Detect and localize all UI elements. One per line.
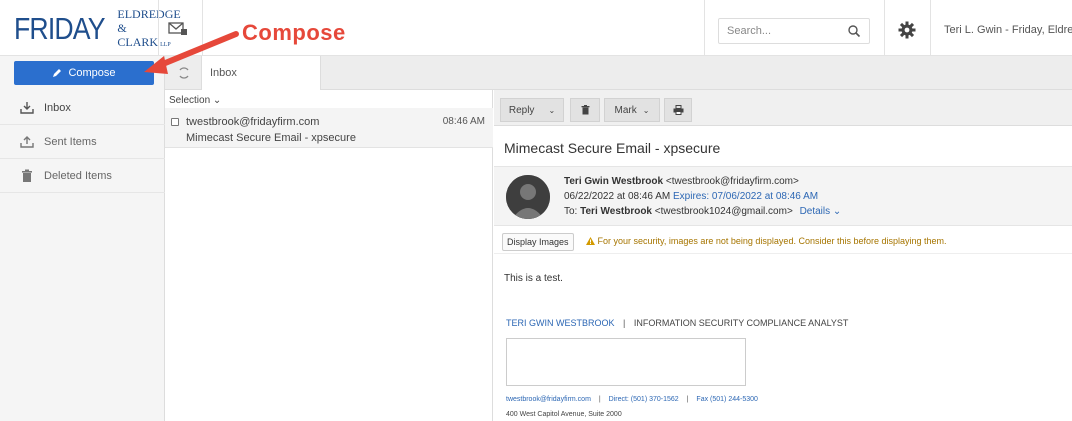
pencil-icon bbox=[53, 69, 62, 77]
signature-image-placeholder bbox=[506, 338, 746, 386]
gear-icon[interactable] bbox=[898, 21, 916, 39]
expires-date: Expires: 07/06/2022 at 08:46 AM bbox=[672, 191, 819, 202]
signature-separator: | bbox=[598, 396, 601, 403]
security-warning-text: For your security, images are not being … bbox=[597, 236, 947, 246]
list-item[interactable]: twestbrook@fridayfirm.com 08:46 AM Mimec… bbox=[165, 108, 493, 148]
signature-fax[interactable]: Fax (501) 244-5300 bbox=[696, 396, 757, 403]
logo-main-text: FRIDAY bbox=[14, 11, 105, 46]
message-list: Selection ⌄ twestbrook@fridayfirm.com 08… bbox=[165, 90, 493, 421]
signature-separator: | bbox=[623, 318, 626, 328]
user-name[interactable]: Teri L. Gwin - Friday, Eldred bbox=[944, 24, 1072, 36]
security-warning: For your security, images are not being … bbox=[586, 236, 947, 246]
details-link[interactable]: Details ⌄ bbox=[800, 206, 842, 217]
recipient-line: To: Teri Westbrook <twestbrook1024@gmail… bbox=[564, 206, 841, 217]
print-button[interactable] bbox=[664, 98, 692, 122]
mail-icon[interactable] bbox=[168, 20, 188, 36]
reply-label: Reply bbox=[508, 104, 535, 116]
message-subject: Mimecast Secure Email - xpsecure bbox=[186, 132, 356, 144]
tab-row: Inbox bbox=[165, 56, 1072, 90]
sidebar-item-label: Deleted Items bbox=[44, 169, 112, 182]
email-subject: Mimecast Secure Email - xpsecure bbox=[504, 140, 721, 156]
avatar bbox=[506, 175, 550, 219]
message-time: 08:46 AM bbox=[442, 116, 485, 127]
compose-label: Compose bbox=[68, 67, 116, 79]
compose-button[interactable]: Compose bbox=[14, 61, 154, 85]
folder-nav: Inbox Sent Items Deleted Items bbox=[0, 91, 165, 193]
signature-title: INFORMATION SECURITY COMPLIANCE ANALYST bbox=[633, 318, 849, 328]
message-sender: twestbrook@fridayfirm.com bbox=[186, 116, 320, 128]
print-icon bbox=[673, 105, 683, 115]
header-divider bbox=[884, 0, 885, 56]
warning-icon bbox=[586, 237, 595, 245]
friday-logo[interactable]: FRIDAY ELDREDGE & CLARK LLP bbox=[14, 7, 181, 49]
date-line: 06/22/2022 at 08:46 AM Expires: 07/06/20… bbox=[564, 191, 818, 202]
signature-email[interactable]: twestbrook@fridayfirm.com bbox=[506, 396, 591, 403]
trash-icon bbox=[581, 105, 589, 115]
tab-inbox[interactable]: Inbox bbox=[201, 56, 321, 90]
mark-label: Mark bbox=[614, 104, 637, 116]
top-header: FRIDAY ELDREDGE & CLARK LLP Compose Searc… bbox=[0, 0, 1072, 56]
inbox-icon bbox=[20, 101, 34, 114]
signature-header: TERI GWIN WESTBROOK | INFORMATION SECURI… bbox=[506, 318, 848, 328]
sidebar-item-deleted[interactable]: Deleted Items bbox=[0, 159, 165, 193]
refresh-icon[interactable] bbox=[177, 66, 191, 80]
header-divider bbox=[202, 0, 203, 56]
message-toolbar: Reply ⌄ Mark ⌄ bbox=[494, 90, 1072, 126]
trash-icon bbox=[22, 169, 32, 182]
security-bar: Display Images For your security, images… bbox=[494, 230, 1072, 254]
signature-direct[interactable]: Direct: (501) 370-1562 bbox=[609, 396, 679, 403]
sender-email: <twestbrook@fridayfirm.com> bbox=[665, 176, 799, 187]
left-sidebar: Compose Inbox Sent Items Deleted Items bbox=[0, 56, 165, 421]
chevron-down-icon: ⌄ bbox=[548, 105, 556, 115]
sidebar-item-label: Inbox bbox=[44, 101, 71, 114]
compose-annotation-label: Compose bbox=[242, 20, 346, 45]
header-divider bbox=[930, 0, 931, 56]
logo-line1: ELDREDGE bbox=[117, 6, 181, 21]
sender-line: Teri Gwin Westbrook <twestbrook@fridayfi… bbox=[564, 176, 799, 187]
to-email: <twestbrook1024@gmail.com> bbox=[654, 206, 793, 217]
to-label: To: bbox=[564, 206, 578, 217]
chevron-down-icon: ⌄ bbox=[642, 105, 650, 115]
to-name: Teri Westbrook bbox=[580, 206, 652, 217]
search-input[interactable]: Search... bbox=[718, 18, 870, 44]
message-checkbox[interactable] bbox=[171, 118, 179, 126]
signature-name[interactable]: TERI GWIN WESTBROOK bbox=[506, 318, 615, 328]
signature-address: 400 West Capitol Avenue, Suite 2000 bbox=[506, 411, 622, 418]
reading-pane: Reply ⌄ Mark ⌄ Mimecast Secure Email - x… bbox=[494, 90, 1072, 421]
header-divider bbox=[158, 0, 159, 56]
sent-icon bbox=[20, 135, 34, 148]
email-body: This is a test. bbox=[504, 273, 563, 284]
sent-date: 06/22/2022 at 08:46 AM bbox=[564, 191, 671, 202]
mail-app: FRIDAY ELDREDGE & CLARK LLP Compose Searc… bbox=[0, 0, 1072, 421]
display-images-button[interactable]: Display Images bbox=[502, 233, 574, 251]
search-placeholder: Search... bbox=[727, 25, 772, 37]
person-icon bbox=[506, 175, 550, 219]
search-icon[interactable] bbox=[847, 24, 861, 38]
sidebar-item-label: Sent Items bbox=[44, 135, 97, 148]
reply-button[interactable]: Reply ⌄ bbox=[500, 98, 564, 122]
selection-dropdown[interactable]: Selection ⌄ bbox=[169, 95, 221, 106]
header-divider bbox=[704, 0, 705, 56]
sender-details: Teri Gwin Westbrook <twestbrook@fridayfi… bbox=[494, 166, 1072, 226]
mark-button[interactable]: Mark ⌄ bbox=[604, 98, 660, 122]
sidebar-item-inbox[interactable]: Inbox bbox=[0, 91, 165, 125]
delete-button[interactable] bbox=[570, 98, 600, 122]
sender-name: Teri Gwin Westbrook bbox=[564, 176, 664, 187]
signature-separator: | bbox=[686, 396, 689, 403]
sidebar-item-sent[interactable]: Sent Items bbox=[0, 125, 165, 159]
signature-contact: twestbrook@fridayfirm.com | Direct: (501… bbox=[506, 396, 758, 403]
